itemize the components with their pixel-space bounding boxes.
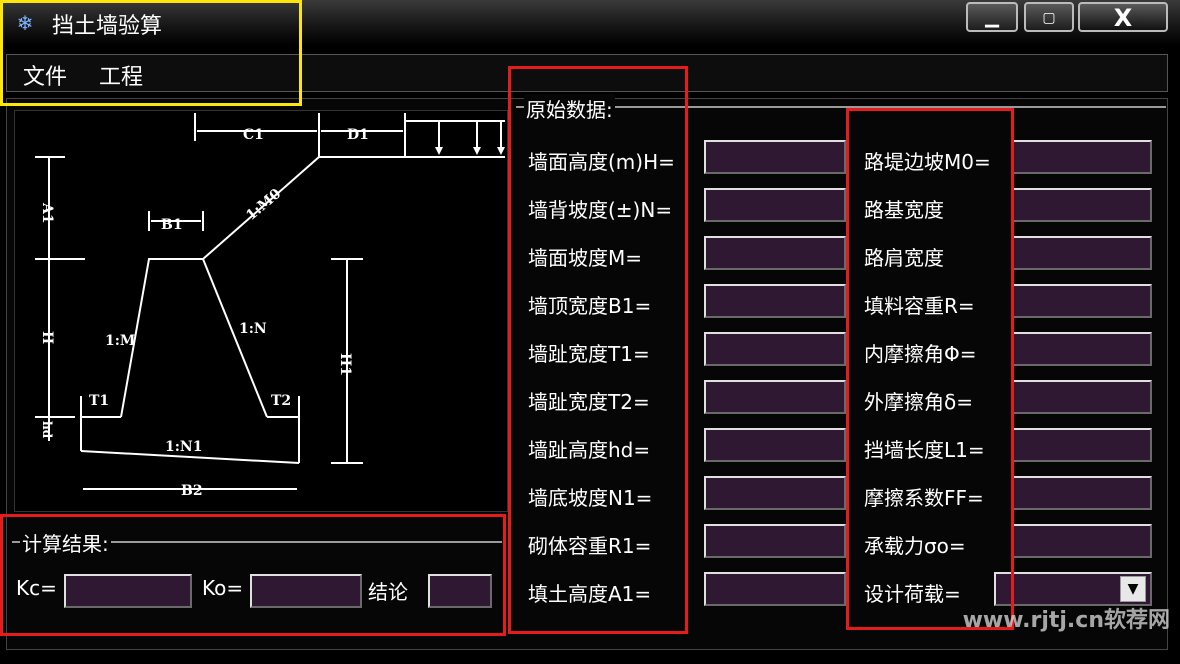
raw-right-label-3: 填料容重R= bbox=[864, 294, 975, 318]
diagram-svg: C1 D1 B1 1:M0 A1 H H1 1:M 1:N 1:N1 T1 T2… bbox=[35, 113, 505, 499]
label-h: H bbox=[39, 331, 55, 344]
kc-label: Kc= bbox=[16, 576, 57, 600]
raw-left-field-2[interactable] bbox=[704, 236, 846, 270]
raw-left-label-8: 砌体容重R1= bbox=[528, 534, 652, 558]
label-b1: B1 bbox=[161, 217, 183, 233]
raw-right-label-2: 路肩宽度 bbox=[864, 246, 944, 270]
raw-left-field-8[interactable] bbox=[704, 524, 846, 558]
label-n1: 1:N1 bbox=[165, 439, 202, 455]
menu-file[interactable]: 文件 bbox=[23, 59, 67, 91]
raw-left-label-5: 墙趾宽度T2= bbox=[528, 390, 650, 414]
raw-left-label-7: 墙底坡度N1= bbox=[528, 486, 653, 510]
results-title: 计算结果: bbox=[20, 528, 111, 557]
label-n: 1:N bbox=[239, 321, 267, 337]
raw-right-label-0: 路堤边坡M0= bbox=[864, 150, 991, 174]
raw-right-field-0[interactable] bbox=[1012, 140, 1152, 174]
raw-right-field-6[interactable] bbox=[1012, 428, 1152, 462]
retaining-wall-diagram: C1 D1 B1 1:M0 A1 H H1 1:M 1:N 1:N1 T1 T2… bbox=[14, 110, 508, 512]
raw-right-label-9: 设计荷载= bbox=[864, 582, 961, 606]
raw-left-label-9: 填土高度A1= bbox=[528, 582, 652, 606]
label-hd: hd bbox=[40, 421, 54, 439]
raw-left-label-3: 墙顶宽度B1= bbox=[528, 294, 652, 318]
raw-left-field-4[interactable] bbox=[704, 332, 846, 366]
ko-label: Ko= bbox=[202, 576, 244, 600]
close-button[interactable]: X bbox=[1078, 2, 1168, 32]
menu-project[interactable]: 工程 bbox=[99, 59, 143, 91]
label-a1: A1 bbox=[39, 202, 55, 224]
label-d1: D1 bbox=[347, 127, 369, 143]
label-m: 1:M bbox=[105, 333, 135, 349]
raw-left-label-2: 墙面坡度M= bbox=[528, 246, 643, 270]
raw-left-field-0[interactable] bbox=[704, 140, 846, 174]
label-h1: H1 bbox=[337, 353, 353, 376]
raw-right-field-1[interactable] bbox=[1012, 188, 1152, 222]
raw-right-field-3[interactable] bbox=[1012, 284, 1152, 318]
raw-left-field-9[interactable] bbox=[704, 572, 846, 606]
ko-field[interactable] bbox=[250, 574, 362, 608]
raw-right-label-1: 路基宽度 bbox=[864, 198, 944, 222]
raw-left-field-1[interactable] bbox=[704, 188, 846, 222]
wall-outline bbox=[120, 258, 268, 418]
raw-left-label-1: 墙背坡度(±)N= bbox=[528, 198, 673, 222]
raw-right-label-4: 内摩擦角Φ= bbox=[864, 342, 977, 366]
chevron-down-icon[interactable]: ▼ bbox=[1120, 576, 1146, 602]
raw-right-label-6: 挡墙长度L1= bbox=[864, 438, 985, 462]
raw-left-field-3[interactable] bbox=[704, 284, 846, 318]
raw-right-field-8[interactable] bbox=[1012, 524, 1152, 558]
raw-right-label-5: 外摩擦角δ= bbox=[864, 390, 973, 414]
kc-field[interactable] bbox=[64, 574, 192, 608]
raw-right-label-8: 承载力σo= bbox=[864, 534, 966, 558]
app-icon[interactable]: ❄ bbox=[14, 12, 36, 34]
raw-right-label-7: 摩擦系数FF= bbox=[864, 486, 984, 510]
raw-left-label-6: 墙趾高度hd= bbox=[528, 438, 651, 462]
raw-right-field-5[interactable] bbox=[1012, 380, 1152, 414]
raw-right-field-2[interactable] bbox=[1012, 236, 1152, 270]
raw-left-field-6[interactable] bbox=[704, 428, 846, 462]
raw-data-title: 原始数据: bbox=[524, 94, 615, 123]
minimize-button[interactable]: ▁ bbox=[966, 2, 1018, 32]
raw-right-field-7[interactable] bbox=[1012, 476, 1152, 510]
label-t1: T1 bbox=[89, 393, 109, 409]
raw-left-label-0: 墙面高度(m)H= bbox=[528, 150, 675, 174]
conclusion-label: 结论 bbox=[368, 580, 408, 604]
watermark: www.rjtj.cn软荐网 bbox=[962, 608, 1170, 633]
label-b2: B2 bbox=[181, 483, 203, 499]
label-c1: C1 bbox=[243, 127, 264, 143]
conclusion-field[interactable] bbox=[428, 574, 492, 608]
window-title: 挡土墙验算 bbox=[52, 14, 163, 39]
maximize-button[interactable]: ▢ bbox=[1024, 2, 1074, 32]
raw-left-field-7[interactable] bbox=[704, 476, 846, 510]
title-bar: ❄ 挡土墙验算 ▁ ▢ X bbox=[0, 0, 1180, 46]
raw-left-field-5[interactable] bbox=[704, 380, 846, 414]
menu-bar: 文件 工程 bbox=[6, 54, 1168, 92]
label-m0: 1:M0 bbox=[243, 186, 284, 224]
label-t2: T2 bbox=[271, 393, 291, 409]
raw-right-field-4[interactable] bbox=[1012, 332, 1152, 366]
raw-left-label-4: 墙趾宽度T1= bbox=[528, 342, 650, 366]
